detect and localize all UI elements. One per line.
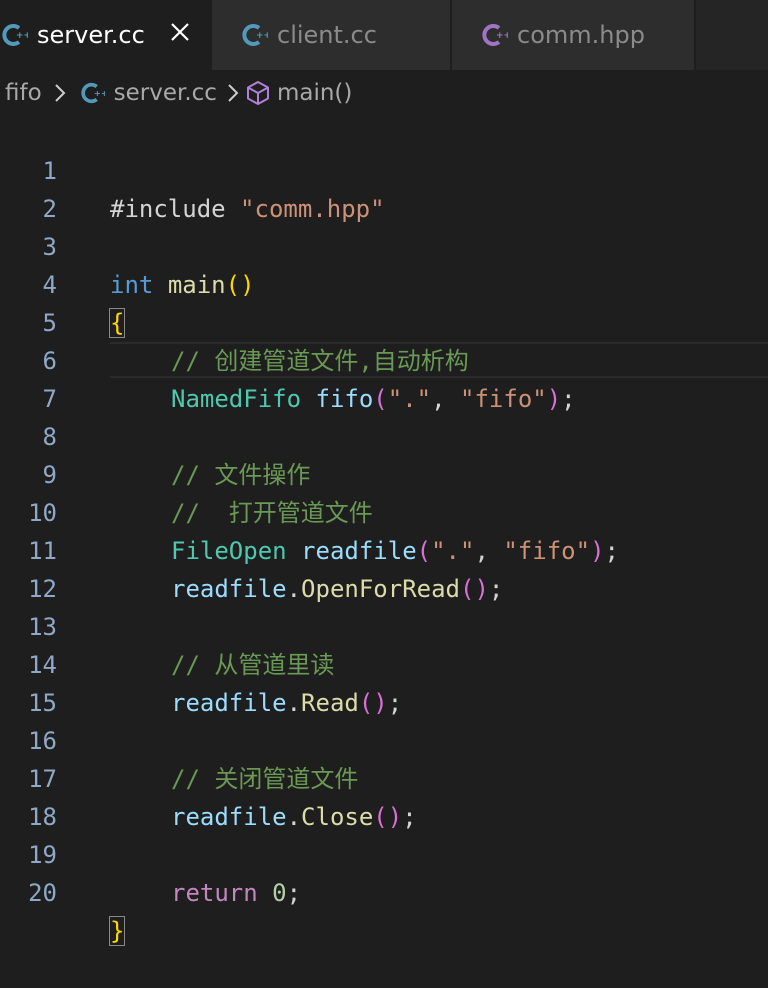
chevron-right-icon	[54, 84, 66, 102]
line-number: 20	[28, 879, 57, 907]
c-plus-plus-icon: ++	[2, 24, 28, 46]
breadcrumb-folder[interactable]: fifo	[5, 80, 42, 106]
code-editor[interactable]: 1 #include "comm.hpp" 2 3 int main() 4 {…	[0, 114, 768, 946]
code-line: 7	[0, 342, 768, 413]
breadcrumb: fifo ++ server.cc main()	[0, 70, 768, 116]
c-plus-plus-icon: ++	[482, 24, 508, 46]
code-line: 16 // 关闭管道文件	[0, 684, 768, 793]
keyword-return: return	[171, 879, 258, 907]
number: 0	[272, 879, 287, 907]
code-line: 10 FileOpen readfile(".", "fifo");	[0, 456, 768, 565]
svg-text:++: ++	[256, 31, 268, 41]
c-plus-plus-icon: ++	[242, 24, 268, 46]
code-line: 4 {	[0, 228, 768, 338]
chevron-right-icon	[228, 84, 239, 102]
tab-client-cc[interactable]: ++ client.cc	[212, 0, 452, 70]
svg-text:++: ++	[94, 88, 105, 98]
code-line: 9 // 打开管道文件	[0, 418, 768, 527]
brace-close: }	[108, 916, 126, 946]
breadcrumb-file[interactable]: server.cc	[114, 80, 217, 106]
code-line: 6 NamedFifo fifo(".", "fifo");	[0, 304, 768, 413]
code-line: 17 readfile.Close();	[0, 722, 768, 831]
breadcrumb-symbol[interactable]: main()	[277, 80, 352, 106]
c-plus-plus-icon: ++	[80, 82, 105, 104]
code-line: 8 // 文件操作	[0, 380, 768, 489]
code-line: 18	[0, 760, 768, 831]
code-line: 13 // 从管道里读	[0, 570, 768, 679]
tab-comm-hpp[interactable]: ++ comm.hpp	[452, 0, 696, 70]
svg-text:++: ++	[16, 31, 28, 41]
code-line: 12	[0, 532, 768, 603]
code-line: 1 #include "comm.hpp"	[0, 114, 768, 223]
tab-label: comm.hpp	[517, 21, 645, 49]
tab-label: client.cc	[277, 21, 377, 49]
code-line: 5 // 创建管道文件,自动析构	[0, 266, 768, 375]
code-line: 11 readfile.OpenForRead();	[0, 494, 768, 603]
tab-bar: ++ server.cc ++ client.cc ++ comm.hpp	[0, 0, 768, 70]
code-line: 19 return 0;	[0, 798, 768, 907]
semicolon: ;	[286, 879, 302, 907]
tab-label: server.cc	[37, 21, 145, 49]
code-line: 3 int main()	[0, 190, 768, 299]
code-line: 20 }	[0, 836, 768, 946]
code-line: 15	[0, 646, 768, 717]
cube-icon	[246, 81, 269, 105]
code-line: 2	[0, 152, 768, 223]
code-line: 14 readfile.Read();	[0, 608, 768, 717]
svg-text:++: ++	[496, 31, 508, 41]
tab-server-cc[interactable]: ++ server.cc	[0, 0, 212, 70]
close-icon[interactable]	[168, 20, 192, 44]
